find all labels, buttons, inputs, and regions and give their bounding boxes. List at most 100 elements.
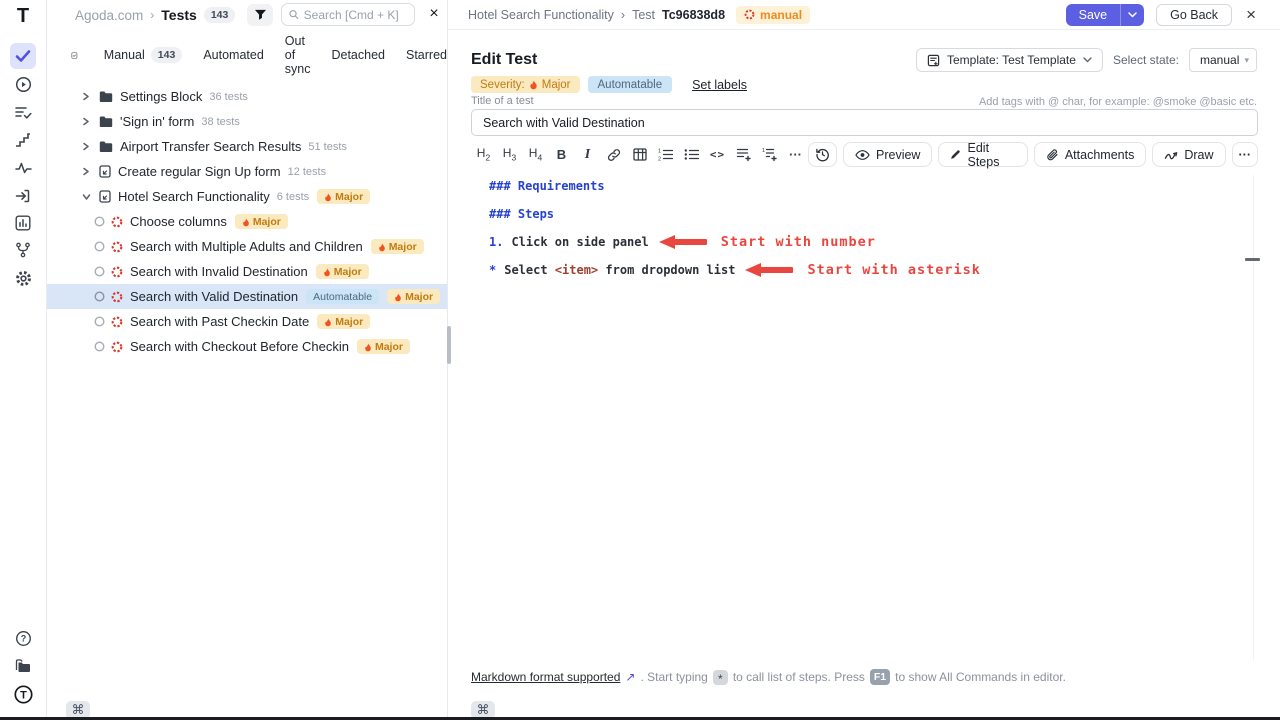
tests-check-icon[interactable] xyxy=(10,43,36,69)
list-number-marker: 1. xyxy=(489,235,503,249)
template-dropdown[interactable]: Template: Test Template xyxy=(916,48,1103,72)
tree-folder-row[interactable]: Airport Transfer Search Results 51 tests xyxy=(47,134,447,159)
flame-icon xyxy=(242,217,250,227)
bold-button[interactable]: B xyxy=(549,143,574,167)
red-arrow-left-icon xyxy=(745,263,793,277)
profile-badge-icon[interactable]: T xyxy=(10,681,36,707)
code-button[interactable]: <> xyxy=(705,143,730,167)
search-close-icon[interactable]: × xyxy=(423,3,445,25)
save-button[interactable]: Save xyxy=(1066,4,1121,26)
chevron-right-icon[interactable] xyxy=(82,167,91,176)
tab-detached[interactable]: Detached xyxy=(331,48,385,62)
test-title-input[interactable] xyxy=(471,109,1258,136)
more-actions-button[interactable]: ··· xyxy=(1232,142,1259,167)
bullet-list-button[interactable] xyxy=(679,143,704,167)
chevron-down-icon[interactable] xyxy=(82,193,91,201)
list-add-icon xyxy=(736,147,752,162)
search-box[interactable] xyxy=(281,3,415,26)
save-dropdown-button[interactable] xyxy=(1120,4,1144,26)
breadcrumb-suite[interactable]: Hotel Search Functionality xyxy=(468,8,614,22)
heading3-button[interactable]: H3 xyxy=(497,143,522,167)
left-icon-rail: T ? T xyxy=(0,0,47,717)
edit-steps-button[interactable]: Edit Steps xyxy=(938,142,1027,167)
editor-scroll-thumb[interactable] xyxy=(1245,258,1260,261)
heading2-button[interactable]: H2 xyxy=(471,143,496,167)
tab-manual[interactable]: Manual 143 xyxy=(104,47,183,63)
go-back-button[interactable]: Go Back xyxy=(1156,4,1232,26)
import-signin-icon[interactable] xyxy=(10,183,36,209)
breadcrumb-section[interactable]: Tests xyxy=(161,7,197,23)
tree-suite-row[interactable]: Create regular Sign Up form 12 tests xyxy=(47,159,447,184)
tree-test-row[interactable]: Search with Invalid Destination Major xyxy=(47,259,447,284)
state-badge: manual xyxy=(736,6,810,24)
tree-test-row[interactable]: Search with Multiple Adults and Children… xyxy=(47,234,447,259)
annotation-text: Start with number xyxy=(721,234,876,250)
more-formatting-button[interactable]: ··· xyxy=(783,143,808,167)
analytics-chart-icon[interactable] xyxy=(10,210,36,236)
draw-button[interactable]: Draw xyxy=(1152,142,1225,167)
projects-folder-icon[interactable] xyxy=(10,653,36,679)
steps-stairs-icon[interactable] xyxy=(10,127,36,153)
app-logo[interactable]: T xyxy=(10,3,36,29)
help-icon[interactable]: ? xyxy=(10,625,36,651)
chevron-right-icon[interactable] xyxy=(82,117,91,126)
severity-badge[interactable]: Severity: Major xyxy=(471,76,580,93)
tests-tree-panel: Agoda.com › Tests 143 × Manual 143 Autom… xyxy=(47,0,447,717)
automatable-badge: Automatable xyxy=(306,289,379,304)
attachments-button[interactable]: Attachments xyxy=(1034,142,1146,167)
chevron-right-icon[interactable] xyxy=(82,142,91,151)
branches-git-icon[interactable] xyxy=(10,237,36,263)
link-button[interactable] xyxy=(601,143,626,167)
tree-folder-row[interactable]: 'Sign in' form 38 tests xyxy=(47,109,447,134)
tab-out-of-sync[interactable]: Out of sync xyxy=(285,34,311,76)
add-numbered-step-button[interactable]: 1 xyxy=(757,143,782,167)
automatable-badge[interactable]: Automatable xyxy=(588,76,673,93)
chevron-right-icon[interactable] xyxy=(82,92,91,101)
close-editor-icon[interactable]: × xyxy=(1244,5,1258,25)
funnel-icon xyxy=(254,9,267,21)
clipboard-check-icon[interactable] xyxy=(71,48,78,63)
manual-test-icon xyxy=(111,341,123,353)
folder-icon xyxy=(99,91,113,103)
filter-button[interactable] xyxy=(247,4,273,26)
tree-folder-row[interactable]: Settings Block 36 tests xyxy=(47,84,447,109)
runs-play-icon[interactable] xyxy=(10,71,36,97)
set-labels-link[interactable]: Set labels xyxy=(692,78,747,92)
heading4-button[interactable]: H4 xyxy=(523,143,548,167)
search-input[interactable] xyxy=(304,8,407,22)
tree-test-row[interactable]: Search with Past Checkin Date Major xyxy=(47,309,447,334)
tree-test-row[interactable]: Choose columns Major xyxy=(47,209,447,234)
test-status-circle-icon xyxy=(94,316,105,327)
table-button[interactable] xyxy=(627,143,652,167)
markdown-editor[interactable]: ### Requirements ### Steps 1. Click on s… xyxy=(489,172,981,284)
ordered-list-button[interactable]: 12 xyxy=(653,143,678,167)
tree-test-row[interactable]: Search with Checkout Before Checkin Majo… xyxy=(47,334,447,359)
pulse-activity-icon[interactable] xyxy=(10,155,36,181)
plans-list-check-icon[interactable] xyxy=(10,99,36,125)
test-editor-panel: Hotel Search Functionality › Test Tc9683… xyxy=(447,0,1280,717)
tab-automated[interactable]: Automated xyxy=(203,48,263,62)
markdown-help-link[interactable]: Markdown format supported xyxy=(471,670,620,684)
tab-starred[interactable]: Starred xyxy=(406,48,447,62)
settings-gear-icon[interactable] xyxy=(10,265,36,291)
tree-test-row-selected[interactable]: Search with Valid Destination Automatabl… xyxy=(47,284,447,309)
tree-suite-row-expanded[interactable]: Hotel Search Functionality 6 tests Major xyxy=(47,184,447,209)
state-select[interactable]: manual ▾ xyxy=(1189,48,1257,72)
external-link-icon[interactable]: ↗ xyxy=(625,670,635,684)
italic-button[interactable]: I xyxy=(575,143,600,167)
flame-icon xyxy=(394,292,402,302)
tree-scrollbar[interactable] xyxy=(447,326,451,364)
title-field-label: Title of a test xyxy=(471,95,534,107)
tree-item-label: Settings Block xyxy=(120,89,202,104)
severity-badge: Major xyxy=(357,339,410,354)
editor-heading-steps: ### Steps xyxy=(489,200,981,228)
add-step-list-button[interactable] xyxy=(731,143,756,167)
severity-badge: Major xyxy=(316,264,369,279)
tree-item-count: 12 tests xyxy=(288,166,327,178)
tree-item-count: 36 tests xyxy=(209,91,248,103)
history-button[interactable] xyxy=(808,142,837,167)
preview-button[interactable]: Preview xyxy=(843,142,932,167)
manual-test-icon xyxy=(111,291,123,303)
template-state-row: Template: Test Template Select state: ma… xyxy=(916,48,1257,72)
breadcrumb-project[interactable]: Agoda.com xyxy=(75,8,143,23)
